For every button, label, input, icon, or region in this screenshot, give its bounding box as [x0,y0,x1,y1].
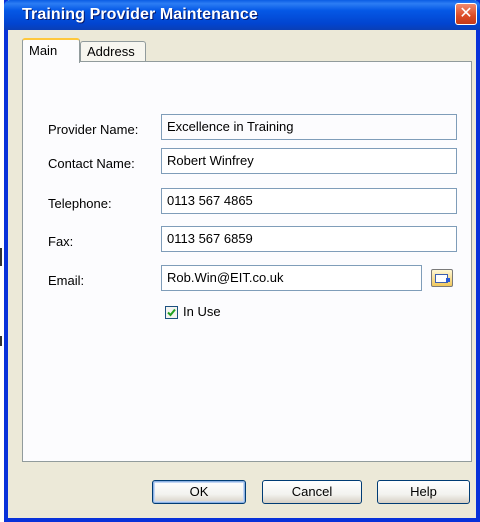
close-icon: ✕ [459,5,473,22]
tab-main[interactable]: Main [22,38,80,63]
send-email-icon[interactable] [431,269,453,287]
title-bar[interactable]: Training Provider Maintenance ✕ [4,0,480,30]
dialog-window: Training Provider Maintenance ✕ Main Add… [4,0,480,522]
checkmark-icon [167,308,176,317]
email-label: Email: [48,273,85,288]
tab-address[interactable]: Address [80,41,146,61]
ok-button[interactable]: OK [152,480,246,504]
window-title: Training Provider Maintenance [22,6,258,23]
cancel-button[interactable]: Cancel [262,480,362,504]
telephone-label: Telephone: [48,196,112,211]
contact-name-field[interactable]: Robert Winfrey [161,148,457,174]
edge-mark [0,336,2,346]
close-button[interactable]: ✕ [455,3,477,25]
in-use-label: In Use [183,304,221,319]
contact-name-label: Contact Name: [48,156,135,171]
in-use-checkbox[interactable] [165,306,178,319]
email-field[interactable]: Rob.Win@EIT.co.uk [161,265,422,291]
fax-label: Fax: [48,234,74,249]
main-tab-panel: Provider Name: Excellence in Training Co… [22,61,472,462]
fax-field[interactable]: 0113 567 6859 [161,226,457,252]
edge-mark [0,248,2,266]
telephone-field[interactable]: 0113 567 4865 [161,188,457,214]
help-button[interactable]: Help [377,480,470,504]
provider-name-field[interactable]: Excellence in Training [161,114,457,140]
tab-main-label: Main [29,43,58,58]
provider-name-label: Provider Name: [48,122,139,137]
tab-address-label: Address [87,44,135,59]
